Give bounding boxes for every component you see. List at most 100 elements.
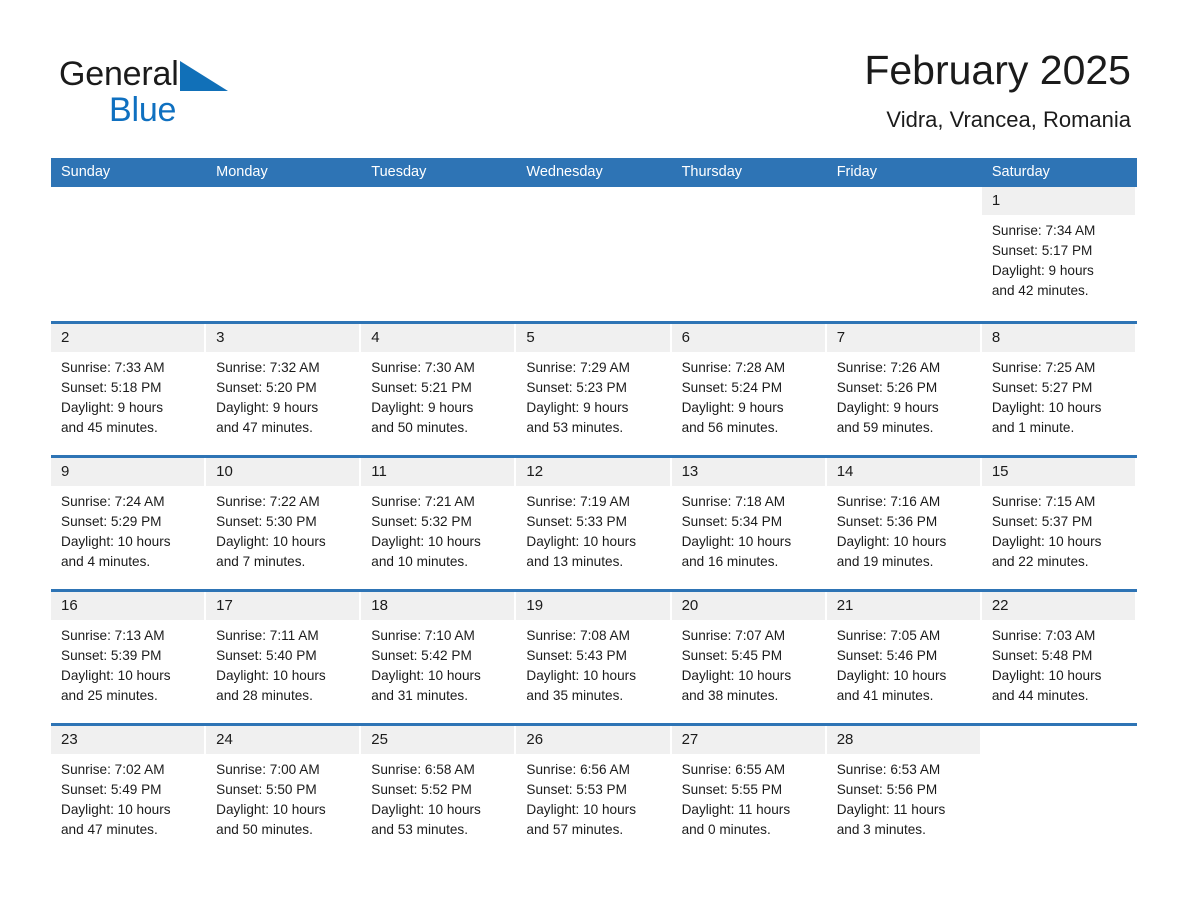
daylight-text-line2: and 3 minutes. (836, 822, 926, 837)
weekday-header-monday: Monday (216, 164, 268, 180)
day-number-strip (671, 187, 825, 215)
sunset-text: Sunset: 5:21 PM (371, 380, 472, 395)
day-details: Sunrise: 7:19 AM Sunset: 5:33 PM Daylight:… (516, 486, 671, 572)
calendar-day-cell[interactable]: 9 Sunrise: 7:24 AM Sunset: 5:29 PM Daylight… (51, 458, 206, 589)
calendar-day-cell[interactable]: 23 Sunrise: 7:02 AM Sunset: 5:49 PM Dayligh… (51, 726, 206, 857)
sunrise-text: Sunrise: 6:58 AM (371, 762, 475, 777)
calendar-day-cell[interactable]: 24 Sunrise: 7:00 AM Sunset: 5:50 PM Dayligh… (206, 726, 361, 857)
day-number-strip: 2 (51, 324, 205, 352)
sunset-text: Sunset: 5:18 PM (61, 380, 162, 395)
calendar-day-cell[interactable]: 19 Sunrise: 7:08 AM Sunset: 5:43 PM Dayligh… (516, 592, 671, 723)
day-details: Sunrise: 7:21 AM Sunset: 5:32 PM Daylight:… (361, 486, 516, 572)
day-number: 6 (681, 329, 690, 346)
calendar-day-cell[interactable]: 14 Sunrise: 7:16 AM Sunset: 5:36 PM Dayligh… (826, 458, 982, 589)
calendar-day-cell[interactable]: 21 Sunrise: 7:05 AM Sunset: 5:46 PM Dayligh… (826, 592, 982, 723)
daylight-text-line1: Daylight: 10 hours (836, 668, 947, 683)
day-number: 12 (526, 463, 544, 480)
calendar-day-cell[interactable]: 10 Sunrise: 7:22 AM Sunset: 5:30 PM Dayligh… (206, 458, 361, 589)
calendar-day-cell[interactable]: 7 Sunrise: 7:26 AM Sunset: 5:26 PM Daylight… (826, 324, 982, 455)
calendar-day-cell[interactable]: 8 Sunrise: 7:25 AM Sunset: 5:27 PM Daylight… (981, 324, 1137, 455)
day-details: Sunrise: 7:28 AM Sunset: 5:24 PM Daylight:… (672, 352, 827, 438)
daylight-text-line1: Daylight: 10 hours (216, 802, 326, 817)
sunrise-text: Sunrise: 7:26 AM (836, 360, 941, 375)
calendar-day-cell[interactable]: 5 Sunrise: 7:29 AM Sunset: 5:23 PM Daylight… (516, 324, 671, 455)
daylight-text-line2: and 25 minutes. (61, 688, 158, 703)
sunset-text: Sunset: 5:26 PM (836, 380, 938, 395)
calendar-day-cell[interactable]: 15 Sunrise: 7:15 AM Sunset: 5:37 PM Dayligh… (981, 458, 1137, 589)
weekday-header-sunday: Sunday (61, 164, 111, 180)
daylight-text-line2: and 44 minutes. (991, 688, 1089, 703)
calendar-day-cell[interactable]: 22 Sunrise: 7:03 AM Sunset: 5:48 PM Dayligh… (981, 592, 1137, 723)
calendar-day-cell[interactable]: 12 Sunrise: 7:19 AM Sunset: 5:33 PM Dayligh… (516, 458, 671, 589)
daylight-text-line2: and 59 minutes. (836, 420, 934, 435)
daylight-text-line2: and 35 minutes. (526, 688, 624, 703)
sunset-text: Sunset: 5:36 PM (836, 514, 938, 529)
calendar-day-cell[interactable]: 17 Sunrise: 7:11 AM Sunset: 5:40 PM Dayligh… (206, 592, 361, 723)
sunset-text: Sunset: 5:56 PM (836, 782, 938, 797)
calendar-day-cell[interactable]: 18 Sunrise: 7:10 AM Sunset: 5:42 PM Dayligh… (361, 592, 516, 723)
calendar-day-cell[interactable]: 25 Sunrise: 6:58 AM Sunset: 5:52 PM Dayligh… (361, 726, 516, 857)
sunrise-text: Sunrise: 7:29 AM (526, 360, 630, 375)
sunrise-text: Sunrise: 7:33 AM (61, 360, 165, 375)
calendar-day-cell[interactable]: 2 Sunrise: 7:33 AM Sunset: 5:18 PM Daylight… (51, 324, 206, 455)
calendar-day-cell[interactable]: 4 Sunrise: 7:30 AM Sunset: 5:21 PM Daylight… (361, 324, 516, 455)
day-details: Sunrise: 7:18 AM Sunset: 5:34 PM Daylight:… (672, 486, 827, 572)
weekday-header-row: Sunday Monday Tuesday Wednesday Thursday… (51, 158, 1137, 187)
sunrise-text: Sunrise: 7:07 AM (681, 628, 786, 643)
logo-text-blue: Blue (109, 91, 177, 129)
calendar-day-cell[interactable]: 20 Sunrise: 7:07 AM Sunset: 5:45 PM Dayligh… (671, 592, 827, 723)
daylight-text-line1: Daylight: 9 hours (526, 400, 629, 415)
sunset-text: Sunset: 5:33 PM (526, 514, 627, 529)
sunrise-text: Sunrise: 6:53 AM (836, 762, 941, 777)
calendar-day-cell[interactable]: 1 Sunrise: 7:34 AM Sunset: 5:17 PM Daylight… (981, 187, 1137, 321)
daylight-text-line1: Daylight: 10 hours (526, 534, 636, 549)
day-number-strip (516, 187, 670, 215)
sunset-text: Sunset: 5:20 PM (216, 380, 317, 395)
calendar-cell-empty (51, 187, 206, 321)
day-number: 3 (216, 329, 225, 346)
day-number: 24 (216, 731, 233, 748)
day-details: Sunrise: 7:34 AM Sunset: 5:17 PM Daylight:… (982, 215, 1137, 301)
sunset-text: Sunset: 5:32 PM (371, 514, 472, 529)
calendar-day-cell[interactable]: 11 Sunrise: 7:21 AM Sunset: 5:32 PM Dayligh… (361, 458, 516, 589)
day-number-strip: 21 (826, 592, 980, 620)
daylight-text-line2: and 42 minutes. (991, 283, 1089, 298)
sunset-text: Sunset: 5:39 PM (61, 648, 162, 663)
calendar-day-cell[interactable]: 13 Sunrise: 7:18 AM Sunset: 5:34 PM Dayligh… (671, 458, 827, 589)
general-blue-logo[interactable]: General Blue (59, 54, 359, 136)
calendar-day-cell[interactable]: 6 Sunrise: 7:28 AM Sunset: 5:24 PM Daylight… (671, 324, 827, 455)
day-number: 16 (61, 597, 78, 614)
daylight-text-line2: and 22 minutes. (991, 554, 1089, 569)
calendar-day-cell[interactable]: 28 Sunrise: 6:53 AM Sunset: 5:56 PM Dayligh… (826, 726, 982, 857)
calendar-week-row: 16 Sunrise: 7:13 AM Sunset: 5:39 PM Dayligh… (51, 589, 1137, 723)
calendar-day-cell[interactable]: 27 Sunrise: 6:55 AM Sunset: 5:55 PM Dayligh… (671, 726, 827, 857)
weekday-header-saturday: Saturday (991, 164, 1050, 180)
day-number-strip: 16 (51, 592, 205, 620)
sunrise-text: Sunrise: 7:10 AM (371, 628, 475, 643)
page-title: February 2025 (864, 47, 1131, 93)
calendar-cell-empty (206, 187, 361, 321)
sunrise-text: Sunrise: 7:18 AM (681, 494, 786, 509)
calendar-week-row: 1 Sunrise: 7:34 AM Sunset: 5:17 PM Daylight… (51, 187, 1137, 321)
day-details: Sunrise: 7:02 AM Sunset: 5:49 PM Daylight:… (51, 754, 206, 840)
calendar-cell-empty (516, 187, 671, 321)
day-number: 20 (681, 597, 699, 614)
daylight-text-line1: Daylight: 10 hours (526, 802, 636, 817)
sunset-text: Sunset: 5:27 PM (991, 380, 1093, 395)
calendar-day-cell[interactable]: 26 Sunrise: 6:56 AM Sunset: 5:53 PM Dayligh… (516, 726, 671, 857)
daylight-text-line2: and 56 minutes. (681, 420, 779, 435)
day-number-strip (361, 187, 515, 215)
weekday-header-thursday: Thursday (681, 164, 743, 180)
sunrise-text: Sunrise: 7:21 AM (371, 494, 475, 509)
sunrise-text: Sunrise: 7:19 AM (526, 494, 630, 509)
triangle-flag-icon (179, 61, 228, 96)
day-number: 1 (991, 192, 1001, 209)
day-number-strip (826, 187, 980, 215)
calendar-day-cell[interactable]: 3 Sunrise: 7:32 AM Sunset: 5:20 PM Daylight… (206, 324, 361, 455)
day-number: 21 (836, 597, 854, 614)
daylight-text-line1: Daylight: 10 hours (836, 534, 947, 549)
day-number-strip: 12 (516, 458, 670, 486)
day-number: 15 (991, 463, 1009, 480)
calendar-day-cell[interactable]: 16 Sunrise: 7:13 AM Sunset: 5:39 PM Dayligh… (51, 592, 206, 723)
calendar-cell-empty (361, 187, 516, 321)
